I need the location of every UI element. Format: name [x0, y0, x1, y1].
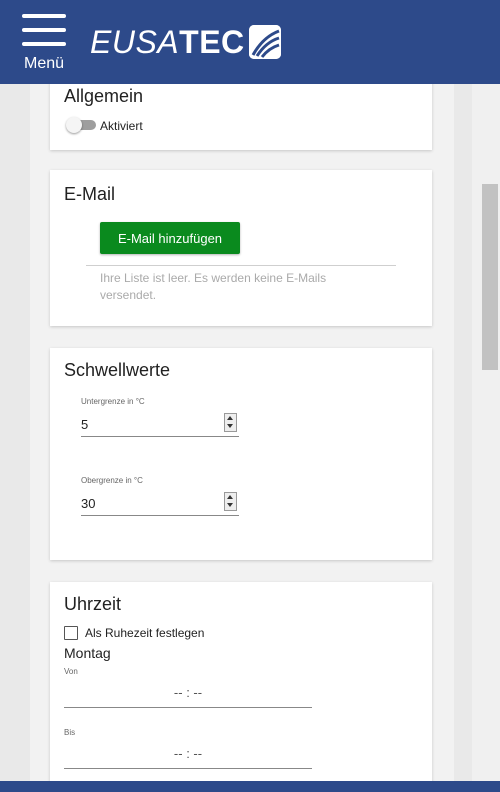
- app-header: Menü EUSATEC: [0, 0, 500, 84]
- spinner-down-icon[interactable]: [227, 424, 233, 428]
- email-empty-message: Ihre Liste ist leer. Es werden keine E-M…: [100, 271, 327, 302]
- activated-toggle[interactable]: [66, 117, 96, 133]
- email-title: E-Mail: [64, 184, 116, 204]
- scrollbar-thumb[interactable]: [482, 184, 498, 370]
- spinner-up-icon[interactable]: [227, 416, 233, 420]
- hamburger-icon-bar: [22, 28, 66, 32]
- settings-content[interactable]: Allgemein Aktiviert E-Mail E-Mail hinzuf…: [30, 84, 454, 781]
- lower-limit-value: 5: [81, 417, 89, 432]
- general-title: Allgemein: [64, 86, 144, 106]
- activated-label: Aktiviert: [100, 119, 143, 133]
- lower-limit-label: Untergrenze in °C: [81, 397, 145, 406]
- toggle-knob: [66, 117, 82, 133]
- spinner-up-icon[interactable]: [227, 495, 233, 499]
- lower-limit-input[interactable]: 5: [81, 412, 239, 437]
- menu-label[interactable]: Menü: [24, 55, 64, 73]
- day-label: Montag: [64, 645, 111, 661]
- email-divider: [86, 265, 396, 266]
- from-time-value: -- : --: [173, 685, 203, 700]
- hamburger-icon-bar: [22, 42, 66, 46]
- upper-limit-input[interactable]: 30: [81, 491, 239, 516]
- from-time-input[interactable]: -- : --: [64, 681, 312, 708]
- logo-text: EUSATEC: [90, 24, 245, 60]
- hamburger-icon-bar: [22, 14, 66, 18]
- thresholds-card: Schwellwerte Untergrenze in °C 5 Obergre…: [50, 348, 432, 560]
- to-time-input[interactable]: -- : --: [64, 742, 312, 769]
- upper-limit-stepper[interactable]: [224, 492, 237, 511]
- footer-bar: [0, 781, 500, 792]
- quiet-time-label[interactable]: Als Ruhezeit festlegen: [85, 626, 204, 640]
- email-card: E-Mail E-Mail hinzufügen Ihre Liste ist …: [50, 170, 432, 326]
- thresholds-title: Schwellwerte: [64, 360, 171, 380]
- to-time-value: -- : --: [173, 746, 203, 761]
- from-label: Von: [64, 667, 78, 676]
- time-card: Uhrzeit Als Ruhezeit festlegen Montag Vo…: [50, 582, 432, 781]
- add-email-button[interactable]: E-Mail hinzufügen: [100, 222, 240, 254]
- quiet-time-checkbox[interactable]: [64, 626, 78, 640]
- upper-limit-label: Obergrenze in °C: [81, 476, 143, 485]
- upper-limit-value: 30: [81, 496, 96, 511]
- eusatec-wave-logo-icon: [248, 25, 281, 59]
- time-title: Uhrzeit: [64, 594, 122, 614]
- vertical-scrollbar[interactable]: [472, 84, 500, 781]
- general-card: Allgemein Aktiviert: [50, 84, 432, 150]
- eusatec-logo[interactable]: EUSATEC: [90, 22, 281, 62]
- lower-limit-stepper[interactable]: [224, 413, 237, 432]
- spinner-down-icon[interactable]: [227, 503, 233, 507]
- to-label: Bis: [64, 728, 76, 737]
